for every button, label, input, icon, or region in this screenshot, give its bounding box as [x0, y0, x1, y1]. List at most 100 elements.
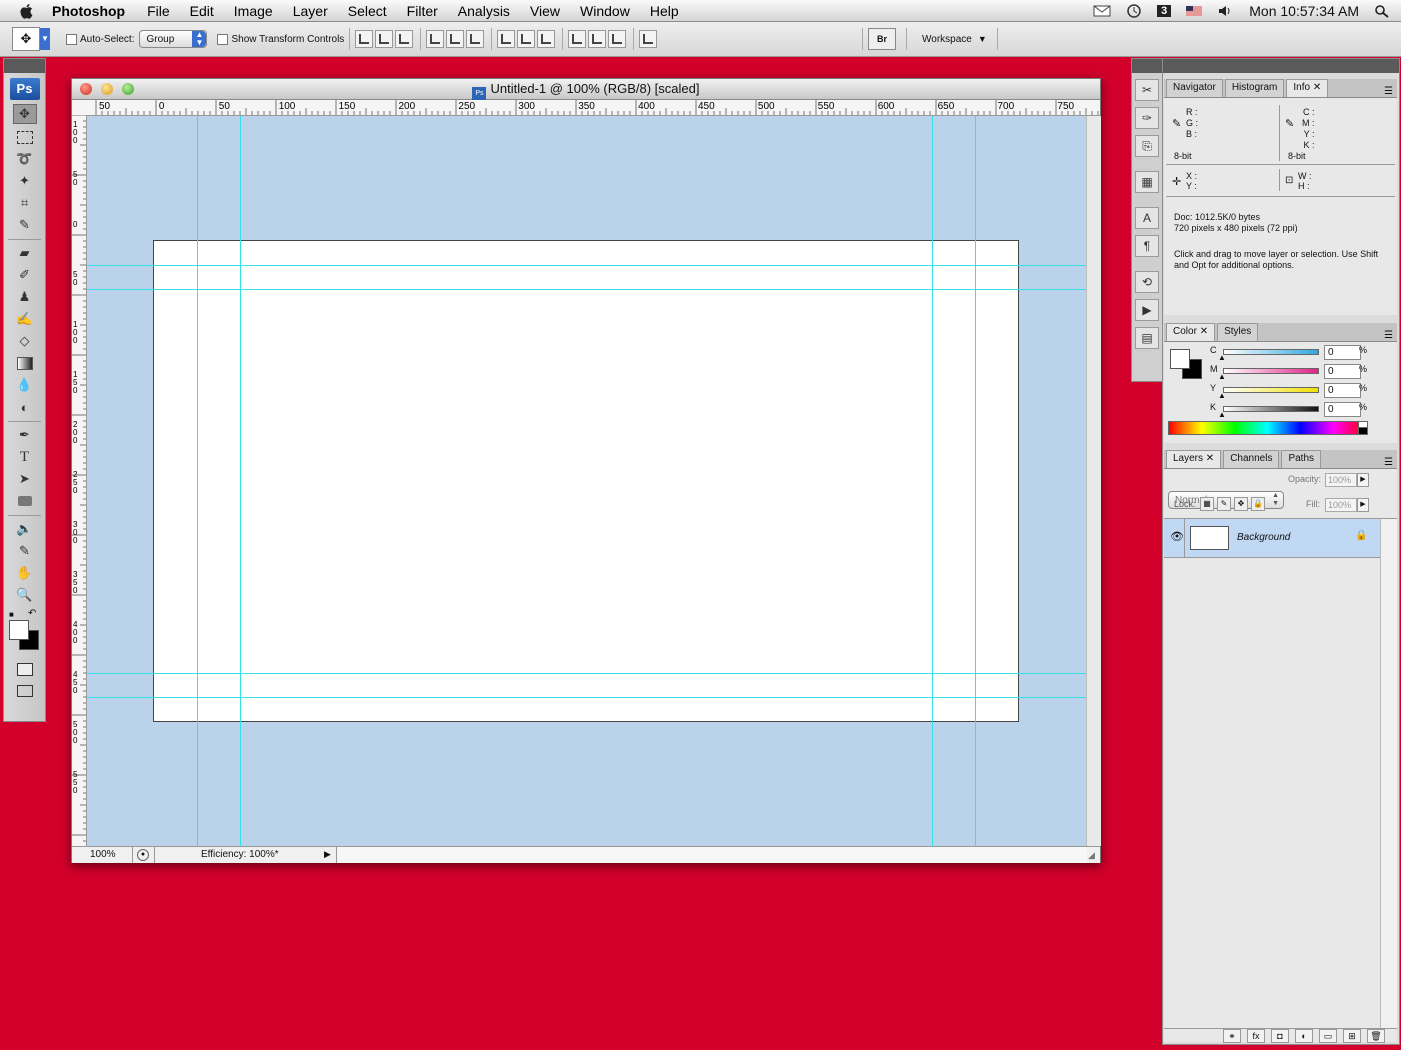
tab-info[interactable]: Info ✕: [1286, 79, 1329, 97]
lasso-tool[interactable]: ➰: [14, 150, 36, 168]
link-layers-button[interactable]: ⚭: [1223, 1029, 1241, 1043]
color-sampler-tool[interactable]: ✎: [14, 542, 36, 560]
tab-styles[interactable]: Styles: [1217, 323, 1259, 341]
cyan-input[interactable]: 0: [1324, 345, 1361, 360]
move-tool[interactable]: ✥: [12, 104, 37, 124]
show-transform-checkbox[interactable]: [217, 33, 229, 45]
dock-header[interactable]: [1163, 59, 1399, 73]
character-icon[interactable]: A: [1135, 207, 1159, 229]
us-flag-icon[interactable]: [1185, 4, 1203, 18]
volume-icon[interactable]: [1217, 4, 1235, 18]
magic-wand-tool[interactable]: ✦: [14, 172, 36, 190]
vertical-scrollbar[interactable]: [1086, 116, 1101, 846]
gradient-tool[interactable]: [14, 354, 36, 372]
menu-help[interactable]: Help: [650, 3, 679, 19]
horizontal-guide[interactable]: [87, 697, 1086, 698]
distribute-left-button[interactable]: [568, 30, 587, 48]
path-selection-tool[interactable]: ➤: [14, 470, 36, 488]
zoom-level[interactable]: 100%: [90, 849, 116, 860]
healing-brush-tool[interactable]: ▰: [14, 244, 36, 262]
align-vcenter-button[interactable]: [375, 30, 394, 48]
align-left-button[interactable]: [426, 30, 445, 48]
mail-icon[interactable]: [1093, 4, 1111, 18]
status-menu-arrow-icon[interactable]: ▶: [324, 849, 331, 860]
fx-button[interactable]: fx: [1247, 1029, 1265, 1043]
brush-tool[interactable]: ✐: [14, 266, 36, 284]
app-menu[interactable]: Photoshop: [52, 3, 125, 19]
tab-paths[interactable]: Paths: [1281, 450, 1322, 468]
visibility-eye-icon[interactable]: 👁: [1170, 530, 1184, 543]
layer-row[interactable]: 👁 Background 🔒: [1164, 519, 1380, 558]
type-tool[interactable]: T: [14, 448, 36, 466]
tab-channels[interactable]: Channels: [1223, 450, 1280, 468]
apple-menu-icon[interactable]: [18, 2, 36, 20]
actions-icon[interactable]: ▶: [1135, 299, 1159, 321]
auto-align-button[interactable]: [639, 30, 658, 48]
new-group-button[interactable]: ▭: [1319, 1029, 1337, 1043]
menu-select[interactable]: Select: [348, 3, 387, 19]
distribute-vcenter-button[interactable]: [517, 30, 536, 48]
delete-layer-button[interactable]: 🗑: [1367, 1029, 1385, 1043]
fill-slider-arrow-icon[interactable]: ▶: [1357, 498, 1369, 512]
black-slider-thumb-icon[interactable]: ▲: [1218, 410, 1226, 419]
magenta-slider[interactable]: [1223, 368, 1319, 374]
status-badge[interactable]: 3: [1157, 4, 1172, 17]
lock-pixels-icon[interactable]: ✎: [1217, 497, 1231, 511]
zoom-tool[interactable]: 🔍: [14, 586, 36, 604]
shape-tool[interactable]: [14, 492, 36, 510]
horizontal-guide[interactable]: [87, 265, 1086, 266]
vertical-guide[interactable]: [932, 116, 933, 846]
pasteboard[interactable]: [87, 116, 1086, 846]
document-canvas[interactable]: [153, 240, 1019, 722]
blur-tool[interactable]: 💧: [14, 376, 36, 394]
panel-menu-icon[interactable]: ☰: [1384, 86, 1393, 97]
clone-stamp-tool[interactable]: ♟: [14, 288, 36, 306]
tab-layers[interactable]: Layers ✕: [1166, 450, 1222, 468]
preset-dropdown-icon[interactable]: ▼: [40, 28, 50, 50]
foreground-color-swatch[interactable]: [9, 620, 29, 640]
minimize-window-button[interactable]: [101, 83, 113, 95]
history-icon[interactable]: ⟲: [1135, 271, 1159, 293]
tool-preset-picker[interactable]: ✥ ▼: [12, 27, 50, 51]
distribute-right-button[interactable]: [608, 30, 627, 48]
clone-source-icon[interactable]: ⎘: [1135, 135, 1159, 157]
default-colors-icon[interactable]: ■: [9, 610, 14, 619]
horizontal-scrollbar[interactable]: [336, 847, 1087, 863]
paragraph-icon[interactable]: ¶: [1135, 235, 1159, 257]
menu-filter[interactable]: Filter: [407, 3, 438, 19]
magenta-slider-thumb-icon[interactable]: ▲: [1218, 372, 1226, 381]
menu-analysis[interactable]: Analysis: [458, 3, 510, 19]
fill-input[interactable]: 100%: [1325, 498, 1357, 512]
tools-panel-header[interactable]: [4, 59, 45, 73]
menu-edit[interactable]: Edit: [190, 3, 214, 19]
hand-tool[interactable]: ✋: [14, 564, 36, 582]
align-right-button[interactable]: [466, 30, 485, 48]
vertical-guide[interactable]: [197, 116, 198, 846]
lock-position-icon[interactable]: ✥: [1234, 497, 1248, 511]
ramp-black-swatch[interactable]: [1358, 427, 1368, 435]
swatches-icon[interactable]: ▦: [1135, 171, 1159, 193]
close-tab-icon[interactable]: ✕: [1200, 326, 1208, 337]
cyan-slider-thumb-icon[interactable]: ▲: [1218, 353, 1226, 362]
close-window-button[interactable]: [80, 83, 92, 95]
layer-comps-icon[interactable]: ▤: [1135, 327, 1159, 349]
panel-menu-icon[interactable]: ☰: [1384, 330, 1393, 341]
vertical-guide[interactable]: [975, 116, 976, 846]
auto-select-dropdown[interactable]: Group ▲ ▼: [139, 30, 208, 48]
layer-thumbnail[interactable]: [1190, 526, 1229, 550]
eraser-tool[interactable]: ◇: [14, 332, 36, 350]
layer-name[interactable]: Background: [1237, 532, 1290, 543]
vertical-ruler[interactable]: 10050050100150200250300350400450500550: [72, 114, 87, 860]
menu-image[interactable]: Image: [234, 3, 273, 19]
horizontal-ruler[interactable]: 50 0 50 100 150 200 250 300 350 400 450 500 550 600 65…: [72, 100, 1100, 116]
yellow-slider[interactable]: [1223, 387, 1319, 393]
eyedropper-tool[interactable]: ✎: [14, 216, 36, 234]
tab-histogram[interactable]: Histogram: [1224, 79, 1285, 97]
lock-transparency-icon[interactable]: ▦: [1200, 497, 1214, 511]
lock-all-icon[interactable]: 🔒: [1251, 497, 1265, 511]
tab-color[interactable]: Color ✕: [1166, 323, 1216, 341]
new-layer-button[interactable]: ⊞: [1343, 1029, 1361, 1043]
history-brush-tool[interactable]: ✍: [14, 310, 36, 328]
magenta-input[interactable]: 0: [1324, 364, 1361, 379]
opacity-slider-arrow-icon[interactable]: ▶: [1357, 473, 1369, 487]
